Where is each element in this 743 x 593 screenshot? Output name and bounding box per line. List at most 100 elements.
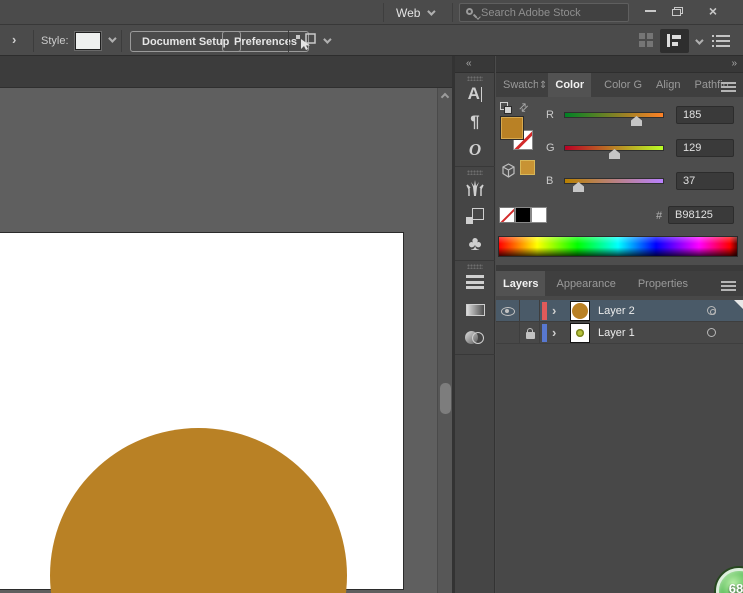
character-panel-icon[interactable]: A bbox=[455, 81, 495, 107]
color-panel: ⇄ R 185 G 129 B 37 bbox=[496, 97, 743, 265]
illustrator-window: Web Search Adobe Stock × › Style: Docume… bbox=[0, 0, 743, 593]
panel-menu-icon[interactable] bbox=[721, 279, 736, 293]
chevron-down-icon bbox=[428, 7, 436, 15]
layer-target-icon[interactable] bbox=[707, 306, 716, 315]
tab-swatches[interactable]: Swatch bbox=[496, 73, 538, 97]
fill-color-swatch[interactable] bbox=[500, 116, 524, 140]
panel-expand-chevron[interactable]: › bbox=[12, 32, 16, 47]
layer-name[interactable]: Layer 2 bbox=[598, 305, 635, 317]
paragraph-panel-icon[interactable]: ¶ bbox=[455, 109, 495, 135]
layer-color-bar bbox=[542, 302, 547, 320]
none-black-white-swatches bbox=[499, 207, 547, 223]
collapse-left-icon: « bbox=[466, 58, 470, 69]
default-fill-stroke-icon[interactable] bbox=[500, 102, 513, 115]
arrange-documents-icon[interactable] bbox=[639, 33, 654, 48]
restore-button[interactable] bbox=[666, 2, 688, 20]
chevron-down-icon[interactable] bbox=[108, 34, 116, 42]
gradient-panel-icon[interactable] bbox=[455, 297, 495, 323]
document-profile-dropdown[interactable]: Web bbox=[390, 0, 439, 25]
opentype-panel-icon[interactable]: O bbox=[455, 137, 495, 163]
separator bbox=[33, 30, 34, 52]
stroke-panel-icon[interactable] bbox=[455, 269, 495, 295]
red-value-field[interactable]: 185 bbox=[676, 106, 734, 124]
tab-appearance[interactable]: Appearance bbox=[549, 271, 622, 296]
pasteboard[interactable] bbox=[0, 88, 452, 593]
divider bbox=[455, 260, 495, 261]
separator bbox=[452, 3, 453, 22]
layers-panel-tabbar: Layers Appearance Properties bbox=[496, 271, 743, 296]
transform-panel-icon[interactable] bbox=[455, 203, 495, 229]
canvas-region bbox=[0, 56, 452, 593]
select-similar-icon[interactable] bbox=[294, 33, 318, 51]
chevron-down-icon[interactable] bbox=[695, 36, 703, 44]
divider bbox=[455, 354, 495, 355]
blue-value-field[interactable]: 37 bbox=[676, 172, 734, 190]
tab-collapse-icon[interactable]: ⇕ bbox=[538, 73, 548, 97]
layer-expand-chevron[interactable]: › bbox=[552, 303, 556, 318]
lock-toggle[interactable] bbox=[521, 322, 540, 344]
style-swatch[interactable] bbox=[75, 32, 101, 50]
separator bbox=[383, 3, 384, 22]
search-icon bbox=[465, 7, 477, 19]
layer-name[interactable]: Layer 1 bbox=[598, 327, 635, 339]
tab-color[interactable]: Color bbox=[548, 73, 591, 97]
layer-row-layer-2[interactable]: › Layer 2 bbox=[496, 300, 743, 322]
green-value-field[interactable]: 129 bbox=[676, 139, 734, 157]
panels-column: » Swatch ⇕ Color Color G Align Pathfin ⇄ bbox=[496, 56, 743, 593]
layer-target-icon[interactable] bbox=[707, 328, 716, 337]
tab-color-guide[interactable]: Color G bbox=[597, 73, 649, 97]
red-channel-label: R bbox=[546, 109, 560, 121]
document-tab-strip bbox=[0, 56, 452, 88]
green-channel-label: G bbox=[546, 142, 560, 154]
control-bar: › Style: Document Setup Preferences bbox=[0, 26, 743, 56]
workspace-switcher-button[interactable] bbox=[660, 29, 689, 53]
layer-thumbnail[interactable] bbox=[570, 301, 590, 321]
out-of-web-color-warning-icon[interactable] bbox=[501, 163, 516, 178]
white-swatch[interactable] bbox=[531, 207, 547, 223]
blue-channel-label: B bbox=[546, 175, 560, 187]
gold-circle-artwork[interactable] bbox=[50, 428, 347, 593]
application-bar: Web Search Adobe Stock × bbox=[0, 0, 743, 25]
hex-label: # bbox=[656, 210, 662, 222]
style-label: Style: bbox=[41, 35, 69, 47]
scroll-up-arrow-icon[interactable] bbox=[441, 93, 449, 101]
eye-icon bbox=[501, 307, 515, 316]
hex-value-field[interactable]: B98125 bbox=[668, 206, 734, 224]
lock-toggle[interactable] bbox=[521, 300, 540, 322]
scrollbar-thumb[interactable] bbox=[440, 383, 451, 414]
separator bbox=[288, 30, 289, 52]
panel-menu-icon[interactable] bbox=[721, 80, 736, 94]
artboard[interactable] bbox=[0, 232, 404, 590]
none-swatch[interactable] bbox=[499, 207, 515, 223]
document-profile-label: Web bbox=[396, 6, 420, 20]
adobe-stock-search-input[interactable]: Search Adobe Stock bbox=[459, 3, 629, 22]
layer-row-layer-1[interactable]: › Layer 1 bbox=[496, 322, 743, 344]
tab-layers[interactable]: Layers bbox=[496, 271, 545, 296]
visibility-toggle[interactable] bbox=[496, 322, 520, 344]
transparency-panel-icon[interactable] bbox=[455, 325, 495, 351]
black-swatch[interactable] bbox=[515, 207, 531, 223]
vertical-scrollbar[interactable] bbox=[437, 88, 452, 593]
layer-expand-chevron[interactable]: › bbox=[552, 325, 556, 340]
collapse-panels-header[interactable]: « bbox=[455, 56, 494, 73]
color-panel-tabbar: Swatch ⇕ Color Color G Align Pathfin bbox=[496, 73, 743, 97]
brushes-panel-icon[interactable] bbox=[455, 175, 495, 201]
close-button[interactable]: × bbox=[702, 2, 724, 20]
minimize-icon bbox=[645, 10, 656, 12]
symbols-panel-icon[interactable]: ♣ bbox=[455, 231, 495, 257]
red-slider[interactable] bbox=[564, 112, 664, 118]
expand-right-icon: » bbox=[731, 58, 735, 69]
search-placeholder: Search Adobe Stock bbox=[481, 7, 581, 19]
layer-thumbnail[interactable] bbox=[570, 323, 590, 343]
swap-fill-stroke-icon[interactable]: ⇄ bbox=[516, 100, 532, 116]
tab-align[interactable]: Align bbox=[649, 73, 687, 97]
main-area: « A ¶ O ♣ bbox=[0, 56, 743, 593]
minimize-button[interactable] bbox=[639, 2, 661, 20]
menu-list-icon[interactable] bbox=[712, 35, 730, 48]
visibility-toggle[interactable] bbox=[496, 300, 520, 322]
web-safe-color-swatch[interactable] bbox=[520, 160, 535, 175]
tab-properties[interactable]: Properties bbox=[631, 271, 695, 296]
color-spectrum-bar[interactable] bbox=[498, 236, 738, 257]
chevron-down-icon[interactable] bbox=[323, 35, 331, 43]
expand-panels-header[interactable]: » bbox=[496, 56, 743, 73]
